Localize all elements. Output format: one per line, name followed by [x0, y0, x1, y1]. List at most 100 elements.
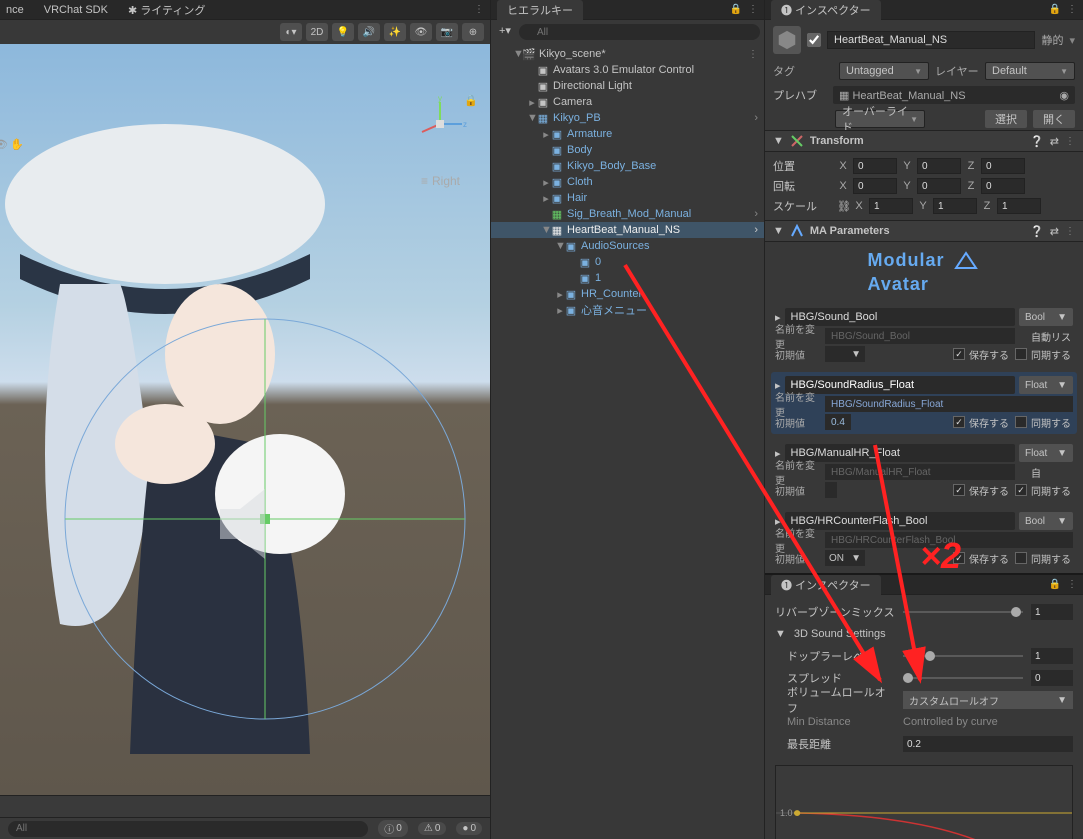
layer-dropdown[interactable]: Default▼: [985, 62, 1075, 80]
fx-toggle[interactable]: ✨: [384, 23, 406, 41]
spread-value-input[interactable]: 0: [1031, 670, 1073, 686]
tag-dropdown[interactable]: Untagged▼: [839, 62, 929, 80]
tree-item[interactable]: ▸▣Camera: [491, 94, 764, 110]
tree-item[interactable]: ▦Sig_Breath_Mod_Manual›: [491, 206, 764, 222]
kebab-icon[interactable]: ⋮: [748, 49, 758, 60]
lock-icon[interactable]: 🔒: [1049, 4, 1061, 15]
tree-item[interactable]: ▣Body: [491, 142, 764, 158]
ma-parameter-row[interactable]: ▸ HBG/Sound_Bool Bool▼ 名前を変更HBG/Sound_Bo…: [771, 304, 1077, 366]
light-toggle[interactable]: 💡: [332, 23, 354, 41]
tree-item[interactable]: ▣Directional Light: [491, 78, 764, 94]
tree-item[interactable]: ▸▣Hair: [491, 190, 764, 206]
type-dropdown[interactable]: Float▼: [1019, 376, 1073, 394]
override-dropdown[interactable]: オーバーライド▼: [835, 110, 925, 128]
audio-toggle[interactable]: 🔊: [358, 23, 380, 41]
scale-z-input[interactable]: [997, 198, 1041, 214]
save-checkbox[interactable]: ✓: [953, 416, 965, 428]
sync-checkbox[interactable]: [1015, 552, 1027, 564]
hierarchy-tab[interactable]: ヒエラルキー: [497, 0, 583, 20]
lock-icon[interactable]: 🔒: [730, 4, 742, 15]
tree-item[interactable]: ▸▣心音メニュー: [491, 302, 764, 318]
help-icon[interactable]: ❔: [1030, 135, 1044, 148]
tree-item[interactable]: ▣0: [491, 254, 764, 270]
scene-view[interactable]: y z 🔒 ≡ Right 👁 ✋: [0, 44, 490, 795]
hierarchy-search-input[interactable]: [519, 24, 760, 40]
type-dropdown[interactable]: Float▼: [1019, 444, 1073, 462]
active-checkbox[interactable]: [807, 33, 821, 47]
kebab-icon[interactable]: ⋮: [1065, 226, 1075, 237]
tree-item[interactable]: ▸▣Armature: [491, 126, 764, 142]
open-button[interactable]: 開く: [1033, 110, 1075, 128]
inspector-tab[interactable]: ❶ インスペクター: [771, 0, 881, 20]
pos-z-input[interactable]: [981, 158, 1025, 174]
default-value-input[interactable]: [825, 482, 837, 498]
sync-checkbox[interactable]: [1015, 416, 1027, 428]
visibility-icon[interactable]: 👁: [0, 138, 8, 151]
prefab-field[interactable]: ▦ HeartBeat_Manual_NS ◉: [833, 86, 1075, 104]
save-checkbox[interactable]: ✓: [953, 552, 965, 564]
tree-item[interactable]: ▣1: [491, 270, 764, 286]
kebab-icon[interactable]: ⋮: [1067, 579, 1077, 590]
lock-icon[interactable]: 🔒: [464, 94, 478, 107]
reverb-value-input[interactable]: 1: [1031, 604, 1073, 620]
3d-sound-header[interactable]: ▼ 3D Sound Settings: [775, 623, 1073, 645]
camera-toggle[interactable]: 📷: [436, 23, 458, 41]
doppler-slider[interactable]: [903, 655, 1023, 657]
tree-item[interactable]: ▼▦Kikyo_PB›: [491, 110, 764, 126]
ma-parameter-row-selected[interactable]: ▸ HBG/SoundRadius_Float Float▼ 名前を変更HBG/…: [771, 372, 1077, 434]
tree-item[interactable]: ▣Avatars 3.0 Emulator Control: [491, 62, 764, 78]
tree-item[interactable]: ▸▣HR_Counter: [491, 286, 764, 302]
shading-dropdown[interactable]: ◐▾: [280, 23, 302, 41]
inspector-lower-tab[interactable]: ❶ インスペクター: [771, 575, 881, 595]
tree-item[interactable]: ▼▣AudioSources: [491, 238, 764, 254]
gameobject-name-input[interactable]: [827, 31, 1035, 49]
orientation-gizmo[interactable]: y z: [410, 94, 470, 154]
sync-checkbox[interactable]: ✓: [1015, 484, 1027, 496]
type-dropdown[interactable]: Bool▼: [1019, 512, 1073, 530]
save-checkbox[interactable]: ✓: [953, 348, 965, 360]
visibility-toggle[interactable]: 👁: [410, 23, 432, 41]
rot-x-input[interactable]: [853, 178, 897, 194]
scene-root[interactable]: ▼🎬 Kikyo_scene* ⋮: [491, 46, 764, 62]
scene-search-input[interactable]: [8, 821, 368, 837]
hand-icon[interactable]: ✋: [10, 138, 24, 151]
tree-item-selected[interactable]: ▼▦HeartBeat_Manual_NS›: [491, 222, 764, 238]
transform-header[interactable]: ▼ Transform ❔ ⇄ ⋮: [765, 130, 1083, 152]
ma-parameters-header[interactable]: ▼ MA Parameters ❔ ⇄ ⋮: [765, 220, 1083, 242]
sync-checkbox[interactable]: [1015, 348, 1027, 360]
gizmo-toggle[interactable]: ⊕: [462, 23, 484, 41]
lock-icon[interactable]: 🔒: [1049, 579, 1061, 590]
spread-slider[interactable]: [903, 677, 1023, 679]
menu-item[interactable]: nce: [6, 4, 24, 16]
preset-icon[interactable]: ⇄: [1050, 135, 1059, 148]
object-picker-icon[interactable]: ◉: [1059, 89, 1069, 102]
rot-z-input[interactable]: [981, 178, 1025, 194]
ma-parameter-row[interactable]: ▸ HBG/HRCounterFlash_Bool Bool▼ 名前を変更HBG…: [771, 508, 1077, 570]
2d-toggle[interactable]: 2D: [306, 23, 328, 41]
kebab-icon[interactable]: ⋮: [748, 4, 758, 15]
help-icon[interactable]: ❔: [1030, 225, 1044, 238]
kebab-icon[interactable]: ⋮: [1065, 136, 1075, 147]
scale-x-input[interactable]: [869, 198, 913, 214]
preset-icon[interactable]: ⇄: [1050, 225, 1059, 238]
rolloff-curve-graph[interactable]: 1.0: [775, 765, 1073, 839]
menu-item-vrchat-sdk[interactable]: VRChat SDK: [44, 4, 108, 16]
reverb-slider[interactable]: [903, 611, 1023, 613]
tree-item[interactable]: ▣Kikyo_Body_Base: [491, 158, 764, 174]
rot-y-input[interactable]: [917, 178, 961, 194]
ma-parameter-row[interactable]: ▸ HBG/ManualHR_Float Float▼ 名前を変更HBG/Man…: [771, 440, 1077, 502]
hierarchy-tree[interactable]: ▼🎬 Kikyo_scene* ⋮ ▣Avatars 3.0 Emulator …: [491, 44, 764, 839]
save-checkbox[interactable]: ✓: [953, 484, 965, 496]
select-button[interactable]: 選択: [985, 110, 1027, 128]
default-value-input[interactable]: 0.4: [825, 414, 851, 430]
maxdist-value-input[interactable]: 0.2: [903, 736, 1073, 752]
constrain-icon[interactable]: ⛓: [837, 200, 849, 213]
pos-y-input[interactable]: [917, 158, 961, 174]
add-button[interactable]: +▾: [495, 24, 515, 40]
kebab-icon[interactable]: ⋮: [474, 4, 484, 15]
default-dropdown[interactable]: ▼: [825, 346, 865, 362]
pos-x-input[interactable]: [853, 158, 897, 174]
menu-item-lighting[interactable]: ✱ ライティング: [128, 2, 205, 18]
kebab-icon[interactable]: ⋮: [1067, 4, 1077, 15]
rolloff-dropdown[interactable]: カスタムロールオフ▼: [903, 691, 1073, 709]
